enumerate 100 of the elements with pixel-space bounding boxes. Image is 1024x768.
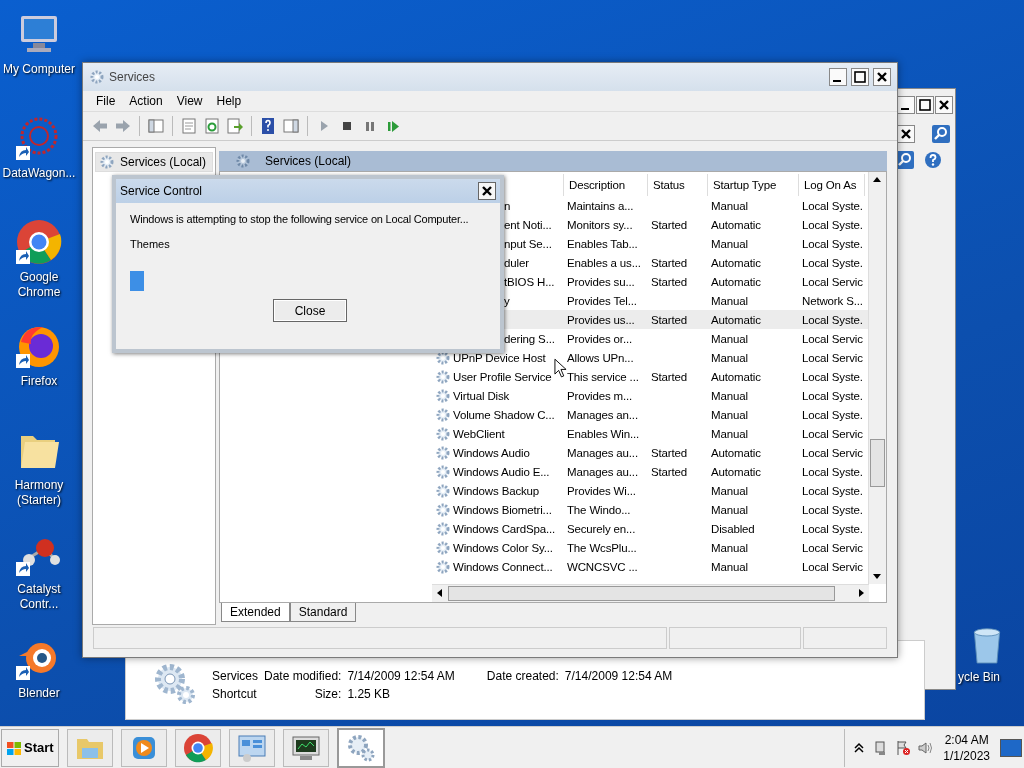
gear-icon: [435, 368, 451, 385]
table-cell: Monitors sy...: [567, 218, 633, 231]
table-cell: Local Servic: [802, 427, 863, 440]
service-name: Windows Audio E...: [453, 465, 550, 478]
panel-taskbar-button[interactable]: [228, 728, 275, 767]
service-row[interactable]: Windows Connect... WCNCSVC ... Manual Local Servic: [432, 557, 868, 576]
windows-logo-icon: [6, 739, 22, 756]
gear-icon: [435, 444, 451, 461]
export-icon[interactable]: [226, 117, 244, 135]
table-cell: The WcsPlu...: [567, 541, 637, 554]
help-icon[interactable]: [259, 117, 277, 135]
table-cell: Enables a us...: [567, 256, 641, 269]
table-cell: Local Syste.: [802, 408, 863, 421]
action-pane-icon[interactable]: [282, 117, 300, 135]
service-row[interactable]: User Profile Service This service ... Started Automatic Local Syste.: [432, 367, 868, 386]
gear-icon: [99, 154, 115, 170]
table-cell: Provides us...: [567, 313, 635, 326]
table-cell: Manages au...: [567, 465, 638, 478]
gear-icon: [435, 558, 451, 575]
table-cell: Enables Tab...: [567, 237, 638, 250]
service-row[interactable]: Windows Audio E... Manages au... Started Automatic Local Syste.: [432, 462, 868, 481]
service-row[interactable]: Virtual Disk Provides m... Manual Local Syste.: [432, 386, 868, 405]
console-tree-icon[interactable]: [147, 117, 165, 135]
vertical-scrollbar[interactable]: [868, 172, 886, 584]
services-taskbar-button[interactable]: [336, 727, 385, 768]
service-row[interactable]: Windows Audio Manages au... Started Automatic Local Servic: [432, 443, 868, 462]
table-cell: Local Syste.: [802, 256, 863, 269]
close-icon[interactable]: [478, 182, 496, 200]
refresh-icon[interactable]: [203, 117, 221, 135]
service-row[interactable]: Windows Color Sy... The WcsPlu... Manual Local Servic: [432, 538, 868, 557]
table-cell: Local Syste.: [802, 313, 863, 326]
chrome-taskbar-button[interactable]: [174, 728, 221, 767]
dialog-title: Service Control: [120, 184, 203, 198]
service-name: tBIOS H...: [504, 275, 555, 288]
field-value: 7/14/2009 12:54 AM: [347, 669, 455, 683]
gear-icon: [235, 153, 251, 169]
service-name: User Profile Service: [453, 370, 552, 383]
gear-icon: [435, 406, 451, 423]
menu-item[interactable]: Help: [209, 92, 249, 110]
table-cell: Manages an...: [567, 408, 638, 421]
service-name: ent Noti...: [504, 218, 552, 231]
service-row[interactable]: Windows CardSpa... Securely en... Disabled Local Syste.: [432, 519, 868, 538]
service-name: Windows Color Sy...: [453, 541, 553, 554]
monitor-taskbar-button[interactable]: [282, 728, 329, 767]
table-cell: Local Syste.: [802, 237, 863, 250]
table-cell: Local Syste.: [802, 484, 863, 497]
menu-item[interactable]: Action: [122, 92, 170, 110]
browser-icon: [181, 731, 214, 764]
help-icon[interactable]: [923, 150, 943, 170]
clock-time[interactable]: 2:04 AM: [944, 731, 989, 748]
table-cell: Local Servic: [802, 275, 863, 288]
maximize-icon[interactable]: [916, 96, 934, 114]
service-name: n: [504, 199, 511, 212]
gear-icon: [435, 482, 451, 499]
table-cell: Automatic: [711, 256, 761, 269]
icon-label: Catalyst Contr...: [16, 582, 62, 612]
media-taskbar-button[interactable]: [120, 728, 167, 767]
service-name: y: [504, 294, 510, 307]
close-icon[interactable]: [935, 96, 953, 114]
scroll-thumb[interactable]: [870, 438, 885, 487]
menu-item[interactable]: View: [169, 92, 210, 110]
speaker-icon[interactable]: [917, 739, 934, 756]
column-header[interactable]: Log On As: [799, 174, 865, 196]
minimize-icon[interactable]: [829, 68, 847, 86]
horizontal-scrollbar[interactable]: [432, 584, 869, 602]
column-header[interactable]: Startup Type: [708, 174, 799, 196]
icon-label: Harmony (Starter): [13, 478, 65, 508]
service-name: Windows Audio: [453, 446, 530, 459]
table-cell: Local Syste.: [802, 465, 863, 478]
table-cell: WCNCSVC ...: [567, 560, 638, 573]
close-button[interactable]: Close: [273, 299, 347, 322]
flag-icon[interactable]: [895, 739, 912, 756]
column-header[interactable]: Description: [564, 174, 648, 196]
service-row[interactable]: Windows Backup Provides Wi... Manual Local Syste.: [432, 481, 868, 500]
view-tab[interactable]: Standard: [289, 603, 357, 622]
menu-item[interactable]: File: [89, 92, 123, 110]
table-cell: Manual: [711, 351, 748, 364]
scroll-thumb[interactable]: [448, 586, 835, 601]
table-cell: Provides m...: [567, 389, 633, 402]
close-icon[interactable]: [873, 68, 891, 86]
service-row[interactable]: Volume Shadow C... Manages an... Manual Local Syste.: [432, 405, 868, 424]
table-cell: Local Syste.: [802, 503, 863, 516]
icon-label: My Computer: [3, 62, 75, 77]
column-header[interactable]: Status: [648, 174, 708, 196]
field-label: Date created:: [486, 669, 559, 683]
maximize-icon[interactable]: [851, 68, 869, 86]
browser-icon[interactable]: [15, 218, 63, 266]
service-row[interactable]: Windows Biometri... The Windo... Manual Local Syste.: [432, 500, 868, 519]
table-cell: Manual: [711, 199, 748, 212]
clock-date[interactable]: 1/1/2023: [943, 747, 990, 764]
tree-item[interactable]: Services (Local): [95, 152, 213, 172]
search-icon[interactable]: [931, 124, 951, 144]
table-cell: Automatic: [711, 218, 761, 231]
table-cell: Manual: [711, 332, 748, 345]
field-value: 1.25 KB: [347, 687, 392, 701]
start-button[interactable]: Start: [1, 728, 59, 767]
table-cell: Started: [651, 256, 688, 269]
view-tab[interactable]: Extended: [221, 603, 290, 622]
show-desktop-button[interactable]: [1000, 738, 1022, 757]
service-row[interactable]: WebClient Enables Win... Manual Local Servic: [432, 424, 868, 443]
